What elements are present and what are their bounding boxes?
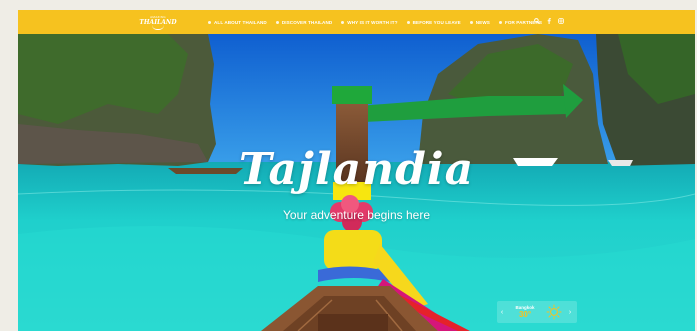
instagram-icon[interactable] [558, 18, 564, 26]
nav-item-before-you-leave[interactable]: BEFORE YOU LEAVE [406, 19, 461, 25]
hero-title: Tajlandia [238, 144, 475, 195]
nav-bullet-icon [469, 20, 473, 24]
logo-smile-mark [152, 25, 164, 30]
weather-next-arrow-icon[interactable]: › [565, 309, 575, 316]
nav-item-label: DISCOVER THAILAND [281, 19, 333, 25]
weather-prev-arrow-icon[interactable]: ‹ [497, 309, 507, 316]
sun-icon [543, 304, 565, 320]
nav-bullet-icon [341, 20, 345, 24]
page: AMAZING THAILAND ALL ABOUT THAILAND DISC… [18, 10, 695, 331]
nav-item-label: ALL ABOUT THAILAND [214, 19, 267, 25]
nav-item-all-about-thailand[interactable]: ALL ABOUT THAILAND [208, 20, 267, 25]
amazing-thailand-logo[interactable]: AMAZING THAILAND [139, 12, 177, 32]
facebook-icon[interactable] [547, 18, 551, 26]
hero-banner: Tajlandia Your adventure begins here [18, 34, 695, 331]
nav-item-why-worth-it[interactable]: WHY IS IT WORTH IT? [341, 19, 398, 25]
weather-widget: ‹ Bangkok 30° › [497, 301, 577, 323]
top-navigation-bar: AMAZING THAILAND ALL ABOUT THAILAND DISC… [18, 10, 695, 34]
main-menu: ALL ABOUT THAILAND DISCOVER THAILAND WHY… [208, 10, 551, 34]
nav-item-label: WHY IS IT WORTH IT? [347, 19, 398, 25]
nav-bullet-icon [208, 20, 211, 24]
weather-temperature: 30° [518, 310, 532, 319]
nav-item-label: NEWS [475, 19, 490, 25]
nav-item-discover-thailand[interactable]: DISCOVER THAILAND [275, 19, 333, 25]
nav-bullet-icon [406, 20, 410, 24]
weather-info: Bangkok 30° [507, 305, 543, 319]
hero-subtitle: Your adventure begins here [283, 208, 430, 222]
nav-bullet-icon [498, 20, 502, 24]
nav-item-news[interactable]: NEWS [469, 19, 490, 25]
nav-bullet-icon [275, 20, 279, 24]
header-icons [534, 10, 571, 34]
search-icon[interactable] [534, 18, 540, 26]
nav-item-label: BEFORE YOU LEAVE [412, 19, 461, 25]
